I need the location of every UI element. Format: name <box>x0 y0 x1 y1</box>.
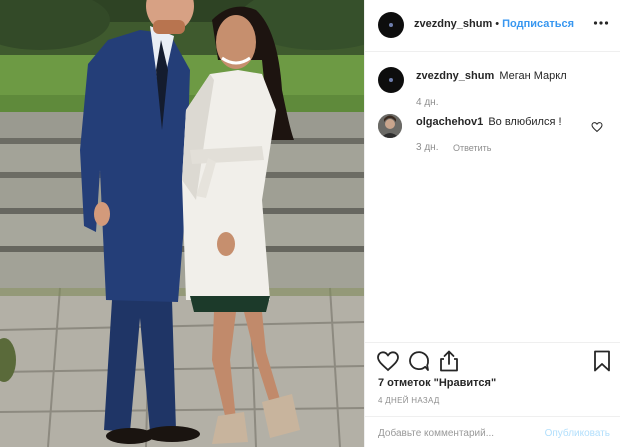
heart-icon[interactable] <box>376 349 400 373</box>
caption-time[interactable]: 4 дн. <box>416 97 438 108</box>
post-actions: 7 отметок "Нравится" 4 ДНЕЙ НАЗАД Опубли… <box>365 342 620 447</box>
comment-input[interactable] <box>378 425 528 441</box>
caption-author-avatar[interactable] <box>378 67 404 93</box>
header-separator: • <box>495 18 500 30</box>
bookmark-icon[interactable] <box>590 349 614 373</box>
post-header: zvezdny_shum • Подписаться <box>365 0 620 52</box>
author-username[interactable]: zvezdny_shum <box>414 18 492 30</box>
commenter-avatar[interactable] <box>378 114 402 138</box>
comment-like-heart-icon[interactable] <box>591 121 603 133</box>
comment-text-line: olgachehov1 Во влюбился ! <box>416 116 562 128</box>
caption-author-username[interactable]: zvezdny_shum <box>416 70 494 82</box>
caption-text: Меган Маркл <box>499 70 567 82</box>
reply-button[interactable]: Ответить <box>453 143 491 153</box>
add-comment-bar: Опубликовать <box>365 416 620 447</box>
post-timestamp[interactable]: 4 ДНЕЙ НАЗАД <box>378 396 440 405</box>
post-side-panel: zvezdny_shum • Подписаться zvezdny_shum Ме… <box>364 0 620 447</box>
likes-count[interactable]: 7 отметок "Нравится" <box>378 377 496 389</box>
post-header-line: zvezdny_shum • Подписаться <box>414 18 574 30</box>
post-photo[interactable] <box>0 0 364 447</box>
caption-text-line: zvezdny_shum Меган Маркл <box>416 70 567 82</box>
comment-text: Во влюбился ! <box>488 116 562 128</box>
comment-time[interactable]: 3 дн. <box>416 142 438 153</box>
more-options-icon[interactable] <box>593 15 609 31</box>
author-avatar[interactable] <box>378 12 404 38</box>
share-icon[interactable] <box>437 349 461 373</box>
commenter-avatar-image <box>378 114 402 138</box>
post-photo-image <box>0 0 364 447</box>
comments-list[interactable]: zvezdny_shum Меган Маркл 4 дн. olgacheho… <box>365 52 620 342</box>
comment-icon[interactable] <box>407 349 431 373</box>
publish-button[interactable]: Опубликовать <box>545 428 610 439</box>
follow-button[interactable]: Подписаться <box>502 18 574 30</box>
comment-username[interactable]: olgachehov1 <box>416 116 483 128</box>
